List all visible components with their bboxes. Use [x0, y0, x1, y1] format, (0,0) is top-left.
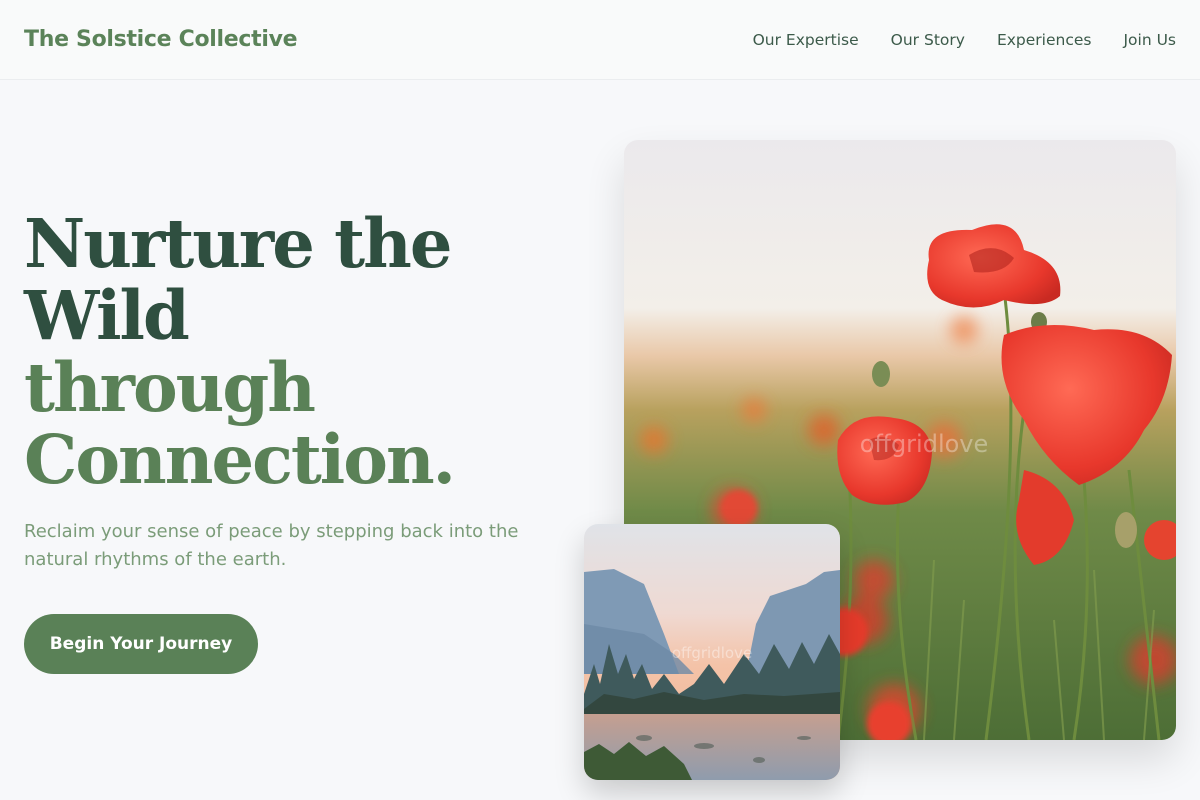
- nav-link-our-expertise[interactable]: Our Expertise: [753, 31, 859, 49]
- main-nav: Our Expertise Our Story Experiences Join…: [753, 31, 1176, 49]
- valley-river-image: offgridlove: [584, 524, 840, 780]
- begin-journey-button[interactable]: Begin Your Journey: [24, 614, 258, 674]
- main-image-watermark: offgridlove: [860, 430, 989, 458]
- headline-line-2: Wild: [24, 276, 190, 355]
- nav-link-our-story[interactable]: Our Story: [891, 31, 965, 49]
- site-header: The Solstice Collective Our Expertise Ou…: [0, 0, 1200, 80]
- brand-logo[interactable]: The Solstice Collective: [24, 27, 298, 52]
- headline-line-3: through: [24, 348, 316, 427]
- nav-link-experiences[interactable]: Experiences: [997, 31, 1092, 49]
- hero-subtitle: Reclaim your sense of peace by stepping …: [24, 521, 519, 570]
- hero-headline: Nurture the Wild through Connection.: [24, 208, 564, 496]
- inset-image-watermark: offgridlove: [672, 644, 752, 662]
- headline-line-1: Nurture the: [24, 204, 452, 283]
- nav-link-join-us[interactable]: Join Us: [1123, 31, 1176, 49]
- headline-line-4: Connection.: [24, 420, 456, 499]
